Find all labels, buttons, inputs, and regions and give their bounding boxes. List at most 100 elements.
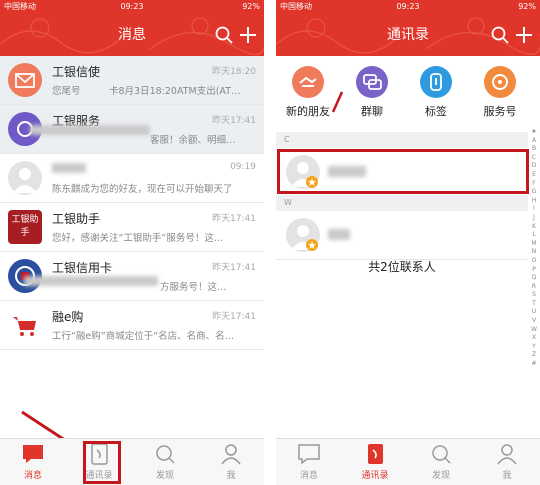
highlight-box — [83, 441, 121, 484]
section-header: C — [276, 132, 528, 148]
message-preview: 您好，感谢关注“工银助手”服务号！这… — [52, 233, 224, 244]
index-letter[interactable]: A — [529, 137, 539, 146]
message-time: 昨天18:20 — [212, 67, 256, 77]
message-time: 昨天17:41 — [212, 214, 256, 224]
index-letter[interactable]: Z — [529, 351, 539, 360]
index-letter[interactable]: K — [529, 223, 539, 232]
redacted-name — [52, 163, 86, 173]
tab-me[interactable]: 我 — [474, 439, 540, 485]
message-row[interactable]: 09:19 陈东麒成为您的好友，现在可以开始聊天了 — [0, 154, 264, 203]
index-letter[interactable]: I — [529, 205, 539, 214]
tab-contacts[interactable]: 通讯录 — [342, 439, 408, 485]
message-row[interactable]: 工银助手 工银助手 昨天17:41 您好，感谢关注“工银助手”服务号！这… — [0, 203, 264, 252]
tab-bar: 消息 通讯录 发现 我 — [0, 438, 264, 485]
group-chat-icon — [356, 66, 388, 98]
alphabet-index-bar[interactable]: ★ A B C D E F G H I J K L M N O P Q R S T U V W X Y Z # — [529, 128, 539, 369]
index-letter[interactable]: X — [529, 334, 539, 343]
service-icon — [484, 66, 516, 98]
status-bar: 中国移动 09:23 92% — [0, 0, 264, 14]
index-letter[interactable]: G — [529, 188, 539, 197]
messages-screen: 中国移动 09:23 92% 消息 工银信使 昨天18:20 您尾号 卡8月3日… — [0, 0, 264, 485]
contacts-book-icon — [368, 444, 383, 464]
sender-name: 工银信用卡 — [52, 261, 113, 275]
tab-messages[interactable]: 消息 — [0, 439, 66, 485]
index-letter[interactable]: N — [529, 248, 539, 257]
annotation-line — [331, 91, 344, 113]
quick-link-group-chat[interactable]: 群聊 — [340, 66, 404, 122]
message-preview: 您尾号 卡8月3日18:20ATM支出(AT… — [52, 86, 241, 97]
index-letter[interactable]: R — [529, 283, 539, 292]
index-letter[interactable]: B — [529, 145, 539, 154]
sender-name: 融e购 — [52, 310, 84, 324]
clock-text: 09:23 — [120, 2, 144, 11]
index-letter[interactable]: D — [529, 162, 539, 171]
search-icon[interactable] — [214, 25, 234, 45]
quick-link-service-accounts[interactable]: 服务号 — [468, 66, 532, 122]
person-icon — [497, 444, 517, 465]
index-letter[interactable]: S — [529, 291, 539, 300]
redacted-block — [30, 125, 150, 135]
chat-bubble-icon — [23, 445, 43, 463]
index-letter[interactable]: U — [529, 308, 539, 317]
icbc-assistant-logo: 工银助手 — [8, 210, 42, 244]
index-letter[interactable]: Y — [529, 343, 539, 352]
plus-icon[interactable] — [514, 25, 534, 45]
status-bar: 中国移动 09:23 92% — [276, 0, 540, 14]
default-avatar-icon — [8, 161, 42, 195]
index-letter[interactable]: L — [529, 231, 539, 240]
index-letter[interactable]: O — [529, 257, 539, 266]
index-letter[interactable]: F — [529, 180, 539, 189]
message-preview: 工行“融e购”商城定位于“名店、名商、名… — [52, 331, 235, 342]
handshake-icon — [292, 66, 324, 98]
star-badge-icon — [306, 239, 318, 251]
clock-text: 09:23 — [396, 2, 420, 11]
tag-icon — [420, 66, 452, 98]
index-letter[interactable]: E — [529, 171, 539, 180]
battery-text: 92% — [518, 2, 536, 11]
index-letter[interactable]: # — [529, 360, 539, 369]
tab-discover[interactable]: 发现 — [132, 439, 198, 485]
tab-messages[interactable]: 消息 — [276, 439, 342, 485]
contacts-screen: 中国移动 09:23 92% 通讯录 新的朋友 群聊 标签 服务号 C W 共2… — [276, 0, 540, 485]
cart-icon — [8, 308, 42, 342]
discover-search-icon — [432, 445, 451, 464]
index-letter[interactable]: P — [529, 266, 539, 275]
section-header: W — [276, 195, 528, 211]
index-letter[interactable]: C — [529, 154, 539, 163]
message-row[interactable]: 融e购 昨天17:41 工行“融e购”商城定位于“名店、名商、名… — [0, 301, 264, 350]
redacted-block — [24, 276, 158, 286]
message-row[interactable]: 工银信使 昨天18:20 您尾号 卡8月3日18:20ATM支出(AT… — [0, 56, 264, 105]
index-letter[interactable]: ★ — [529, 128, 539, 137]
message-preview: 方服务号！这… — [160, 282, 227, 293]
index-letter[interactable]: V — [529, 317, 539, 326]
message-time: 昨天17:41 — [212, 312, 256, 322]
message-time: 09:19 — [230, 162, 256, 172]
contact-count-text: 共2位联系人 — [368, 260, 436, 274]
index-letter[interactable]: H — [529, 197, 539, 206]
tab-bar: 消息 通讯录 发现 我 — [276, 438, 540, 485]
index-letter[interactable]: M — [529, 240, 539, 249]
chat-bubble-icon — [298, 444, 320, 465]
battery-text: 92% — [242, 2, 260, 11]
quick-link-tags[interactable]: 标签 — [404, 66, 468, 122]
person-icon — [221, 444, 241, 465]
contact-row[interactable] — [276, 211, 528, 260]
index-letter[interactable]: W — [529, 326, 539, 335]
message-preview: 客服！余额、明细… — [150, 135, 236, 146]
plus-icon[interactable] — [238, 25, 258, 45]
app-header: 通讯录 — [276, 14, 540, 56]
index-letter[interactable]: J — [529, 214, 539, 223]
message-preview: 陈东麒成为您的好友，现在可以开始聊天了 — [52, 184, 233, 195]
envelope-icon — [8, 63, 42, 97]
tab-me[interactable]: 我 — [198, 439, 264, 485]
tab-discover[interactable]: 发现 — [408, 439, 474, 485]
highlight-box — [277, 149, 529, 194]
message-row[interactable]: 工银信用卡 昨天17:41 方服务号！这… — [0, 252, 264, 301]
index-letter[interactable]: Q — [529, 274, 539, 283]
message-row[interactable]: 工银服务 昨天17:41 客服！余额、明细… — [0, 105, 264, 154]
redacted-name — [328, 229, 350, 240]
message-time: 昨天17:41 — [212, 263, 256, 273]
index-letter[interactable]: T — [529, 300, 539, 309]
discover-search-icon — [156, 445, 175, 464]
search-icon[interactable] — [490, 25, 510, 45]
